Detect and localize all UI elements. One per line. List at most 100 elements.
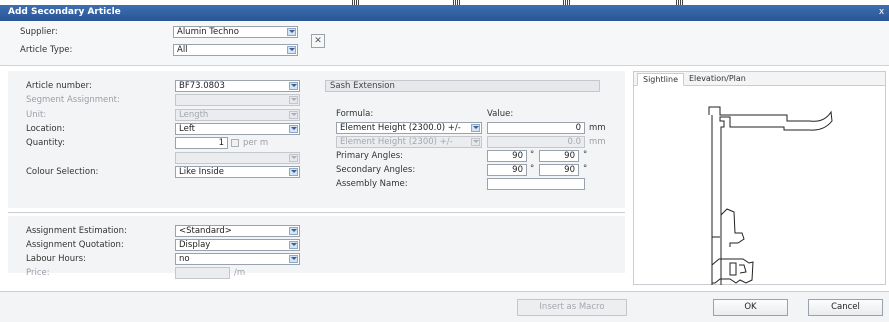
chevron-down-icon	[471, 124, 480, 132]
formula-value-1-input[interactable]: 0	[487, 122, 585, 134]
unit-value: Length	[179, 110, 209, 120]
profile-inner-lip	[739, 264, 747, 274]
location-select[interactable]: Left	[175, 123, 300, 135]
secondary-angle-1: 90	[512, 165, 523, 175]
chevron-down-icon	[289, 154, 298, 162]
article-type-value: All	[177, 45, 188, 55]
segment-assignment-label: Segment Assignment:	[26, 95, 120, 105]
profile-drawing	[708, 106, 833, 285]
unit-select[interactable]: Length	[175, 109, 300, 121]
labour-hours-label: Labour Hours:	[26, 254, 86, 264]
article-number-label: Article number:	[26, 81, 92, 91]
assignment-estimation-label: Assignment Estimation:	[26, 226, 127, 236]
quantity-input[interactable]: 1	[175, 137, 228, 149]
article-section: Article number: BF73.0803 Sash Extension…	[8, 71, 625, 208]
chevron-down-icon	[289, 125, 298, 133]
chevron-down-icon	[287, 46, 296, 54]
clear-x-icon: ✕	[314, 36, 322, 46]
supplier-label: Supplier:	[20, 27, 58, 37]
profile-groove	[729, 262, 737, 276]
colour-selection-select[interactable]: Like Inside	[175, 166, 300, 178]
chevron-down-icon	[289, 227, 298, 235]
value-label: Value:	[487, 109, 514, 119]
close-icon[interactable]: x	[876, 7, 887, 18]
supplier-select[interactable]: Alumin Techno	[173, 26, 298, 38]
labour-value: no	[179, 254, 190, 264]
section-divider	[8, 212, 625, 213]
degree-symbol: °	[583, 150, 588, 160]
supplier-value: Alumin Techno	[177, 27, 239, 37]
per-m-label: per m	[243, 138, 269, 148]
window-title: Add Secondary Article	[8, 7, 121, 17]
secondary-angle-2: 90	[564, 165, 575, 175]
chevron-down-icon	[289, 241, 298, 249]
estimation-value: <Standard>	[179, 226, 232, 236]
degree-symbol: °	[530, 164, 535, 174]
cancel-button[interactable]: Cancel	[808, 299, 883, 316]
primary-angle-1-input[interactable]: 90	[487, 150, 527, 162]
colour-selection-label: Colour Selection:	[26, 167, 99, 177]
quotation-value: Display	[179, 240, 211, 250]
location-label: Location:	[26, 124, 65, 134]
chevron-down-icon	[289, 111, 298, 119]
quantity-label: Quantity:	[26, 138, 65, 148]
formula-1-value: Element Height (2300.0) +/-	[340, 123, 461, 133]
unit-mm-1: mm	[589, 123, 606, 133]
chevron-down-icon	[289, 96, 298, 104]
colour-value: Like Inside	[179, 167, 224, 177]
article-description: Sash Extension	[330, 81, 395, 91]
formula-value-2-input[interactable]: 0.0	[487, 136, 585, 148]
quantity-value: 1	[218, 138, 224, 148]
assembly-name-input[interactable]	[487, 178, 585, 190]
location-value: Left	[179, 124, 195, 134]
profile-outline	[708, 106, 833, 285]
formula-label: Formula:	[336, 109, 374, 119]
primary-angles-label: Primary Angles:	[336, 151, 404, 161]
degree-symbol: °	[583, 164, 588, 174]
primary-angle-2-input[interactable]: 90	[539, 150, 579, 162]
profile-lower-chamber	[712, 208, 745, 247]
price-input[interactable]	[175, 267, 230, 279]
assignment-quotation-label: Assignment Quotation:	[26, 240, 124, 250]
article-type-select[interactable]: All	[173, 44, 298, 56]
segment-assignment-select[interactable]	[175, 94, 300, 106]
per-m-checkbox[interactable]	[231, 139, 239, 147]
assembly-name-label: Assembly Name:	[336, 179, 408, 189]
formula-select-2[interactable]: Element Height (2300) +/-	[336, 136, 482, 148]
article-number-select[interactable]: BF73.0803	[175, 80, 300, 92]
assignment-quotation-select[interactable]: Display	[175, 239, 300, 251]
secondary-angle-1-input[interactable]: 90	[487, 164, 527, 176]
chevron-down-icon	[289, 255, 298, 263]
labour-hours-select[interactable]: no	[175, 253, 300, 265]
tab-elevation-plan[interactable]: Elevation/Plan	[684, 73, 751, 86]
formula-select-1[interactable]: Element Height (2300.0) +/-	[336, 122, 482, 134]
article-type-label: Article Type:	[20, 45, 73, 55]
preview-panel: Sightline Elevation/Plan	[633, 71, 886, 285]
preview-tabs: Sightline Elevation/Plan	[634, 72, 885, 86]
chevron-down-icon	[289, 168, 298, 176]
secondary-angle-2-input[interactable]: 90	[539, 164, 579, 176]
supplier-section: Supplier: Alumin Techno Article Type: Al…	[0, 21, 889, 66]
dialog-footer: Insert as Macro OK Cancel	[0, 291, 889, 322]
article-number-value: BF73.0803	[179, 81, 225, 91]
formula-value-1: 0	[575, 123, 581, 133]
primary-angle-2: 90	[564, 151, 575, 161]
assignment-section: Assignment Estimation: <Standard> Assign…	[8, 216, 625, 279]
formula-2-value: Element Height (2300) +/-	[340, 137, 453, 147]
chevron-down-icon	[471, 138, 480, 146]
ok-button[interactable]: OK	[713, 299, 788, 316]
formula-value-2: 0.0	[567, 137, 581, 147]
title-bar: Add Secondary Article x	[0, 5, 889, 21]
insert-as-macro-button[interactable]: Insert as Macro	[517, 299, 627, 316]
clear-filter-button[interactable]: ✕	[311, 34, 325, 48]
price-unit: /m	[234, 268, 246, 278]
article-description-field: Sash Extension	[325, 80, 600, 92]
unit-mm-2: mm	[589, 137, 606, 147]
assignment-estimation-select[interactable]: <Standard>	[175, 225, 300, 237]
extra-select[interactable]	[175, 152, 300, 164]
tab-sightline[interactable]: Sightline	[637, 73, 685, 86]
degree-symbol: °	[530, 150, 535, 160]
chevron-down-icon	[289, 82, 298, 90]
primary-angle-1: 90	[512, 151, 523, 161]
secondary-angles-label: Secondary Angles:	[336, 165, 416, 175]
